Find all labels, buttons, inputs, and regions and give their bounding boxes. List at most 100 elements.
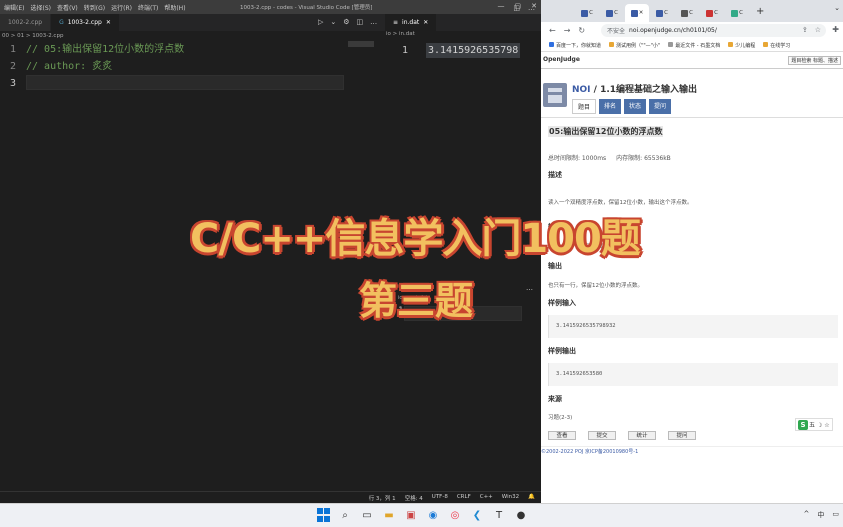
sample-input-heading: 样例输入 xyxy=(548,299,576,307)
tab-problem[interactable]: 题目 xyxy=(572,99,597,114)
tab-ask[interactable]: 提问 xyxy=(649,99,672,114)
run-icon[interactable]: ▷ xyxy=(318,18,323,26)
tab-in-dat[interactable]: ≡ in.dat ✕ xyxy=(385,14,437,31)
split-editor-icon[interactable]: ◫ xyxy=(357,18,364,26)
ime-indicator[interactable]: 中 xyxy=(817,510,824,520)
vscode-icon[interactable]: ❮ xyxy=(470,508,484,522)
browser-tab-active[interactable]: ✕ xyxy=(625,4,649,22)
oj-topbar: OpenJudge 题目检索 标题、描述 xyxy=(541,52,843,69)
tab-label: C xyxy=(739,10,743,16)
app-icon[interactable]: ▣ xyxy=(404,508,418,522)
status-encoding[interactable]: UTF-8 xyxy=(432,494,448,502)
notification-icon[interactable]: ▭ xyxy=(832,510,839,520)
split-editor-icon[interactable]: ◫ xyxy=(513,4,520,12)
forward-icon[interactable]: → xyxy=(564,26,571,35)
sample-output-box[interactable]: 3.141592653580 xyxy=(548,363,838,386)
share-icon[interactable]: ⇪ xyxy=(802,26,808,34)
not-secure-label[interactable]: 不安全 xyxy=(607,26,625,35)
browser-tab[interactable]: C xyxy=(650,4,674,22)
tab-ranking[interactable]: 排名 xyxy=(599,99,622,114)
ime-toolbar-text: 五 ☽ ☆ xyxy=(809,422,830,429)
task-view-icon[interactable]: ▭ xyxy=(360,508,374,522)
window-title: 1003-2.cpp - codes - Visual Studio Code … xyxy=(240,5,373,11)
bookmark-item[interactable]: 最近文件 - 石墨文档 xyxy=(668,41,720,49)
browser-tab[interactable]: C xyxy=(675,4,699,22)
settings-icon[interactable]: ⚙ xyxy=(343,18,349,26)
search-icon[interactable]: ⌕ xyxy=(338,508,352,522)
minimize-icon[interactable]: — xyxy=(498,2,505,10)
view-button[interactable]: 查看 xyxy=(548,431,576,440)
more-icon[interactable]: … xyxy=(370,18,377,26)
menu-view[interactable]: 查看(V) xyxy=(57,3,78,12)
problem-search[interactable]: 题目检索 标题、描述 xyxy=(788,56,841,65)
browser-tab[interactable]: C xyxy=(700,4,724,22)
bookmarks-bar: 百度一下，你就知道 测试用例（""—"小" 最近文件 - 石墨文档 少儿编程 在… xyxy=(541,39,843,52)
edge-icon[interactable]: ◉ xyxy=(426,508,440,522)
bookmark-item[interactable]: 在线学习 xyxy=(763,41,790,49)
ask-button[interactable]: 提问 xyxy=(668,431,696,440)
crumb-noi-link[interactable]: NOI xyxy=(572,85,591,95)
bookmark-item[interactable]: 百度一下，你就知道 xyxy=(549,41,602,49)
tab-close-icon[interactable]: ✕ xyxy=(423,19,428,26)
menu-edit[interactable]: 编辑(E) xyxy=(4,3,24,12)
breadcrumb[interactable]: 00 > 01 > 1003-2.cpp xyxy=(0,31,63,41)
status-cursor-position[interactable]: 行 3，列 1 xyxy=(369,494,396,502)
site-logo[interactable]: OpenJudge xyxy=(543,56,580,63)
tab-close-icon[interactable]: ✕ xyxy=(639,10,644,16)
more-icon[interactable]: … xyxy=(526,284,533,292)
bookmark-item[interactable]: 少儿编程 xyxy=(728,41,755,49)
right-breadcrumb[interactable]: io > in.dat xyxy=(386,31,415,41)
stats-button[interactable]: 统计 xyxy=(628,431,656,440)
url-field[interactable]: 不安全 noi.openjudge.cn/ch0101/05/ ⇪ ☆ xyxy=(601,24,826,37)
source-heading: 来源 xyxy=(548,395,562,403)
tab-favicon-icon xyxy=(656,9,664,17)
code-editor[interactable]: 1 // 05:输出保留12位小数的浮点数 2 // author: 炙炙 3 xyxy=(0,41,376,491)
extensions-icon[interactable]: ✚ xyxy=(832,25,839,34)
file-explorer-icon[interactable]: ▬ xyxy=(382,508,396,522)
tab-favicon-icon xyxy=(706,9,714,17)
status-indent[interactable]: 空格: 4 xyxy=(405,494,423,502)
menu-select[interactable]: 选择(S) xyxy=(30,3,51,12)
tab-label: 1003-2.cpp xyxy=(67,19,102,26)
browser-tab[interactable]: C xyxy=(725,4,749,22)
menu-run[interactable]: 运行(R) xyxy=(111,3,132,12)
tab-status[interactable]: 状态 xyxy=(624,99,647,114)
new-tab-icon[interactable]: + xyxy=(756,6,764,17)
page-footer[interactable]: ©2002-2022 POJ 京ICP备20010980号-1 xyxy=(541,446,843,455)
tab-1002-2[interactable]: 1002-2.cpp xyxy=(0,14,52,31)
time-limit: 总时间限制: 1000ms xyxy=(548,155,607,162)
start-icon[interactable] xyxy=(316,508,330,522)
memory-limit: 内存限制: 65536kB xyxy=(616,155,671,162)
obs-icon[interactable]: ● xyxy=(514,508,528,522)
bookmark-item[interactable]: 测试用例（""—"小" xyxy=(609,41,660,49)
minimap[interactable] xyxy=(348,41,374,47)
menu-goto[interactable]: 转到(G) xyxy=(84,3,105,12)
more-icon[interactable]: … xyxy=(528,4,535,12)
tray-expand-icon[interactable]: ^ xyxy=(804,510,810,520)
group-icon xyxy=(543,83,567,107)
bell-icon[interactable]: 🔔 xyxy=(528,494,535,502)
browser-tab[interactable]: C xyxy=(575,4,599,22)
ime-toolbar[interactable]: S 五 ☽ ☆ xyxy=(795,418,833,431)
chevron-down-icon[interactable]: ⌄ xyxy=(330,18,336,26)
status-platform[interactable]: Win32 xyxy=(502,494,519,502)
star-icon[interactable]: ☆ xyxy=(815,26,821,34)
tab-1003-2[interactable]: G 1003-2.cpp ✕ xyxy=(51,14,120,31)
typora-icon[interactable]: T xyxy=(492,508,506,522)
tab-close-icon[interactable]: ✕ xyxy=(106,19,111,26)
status-language[interactable]: C++ xyxy=(480,494,493,502)
browser-tab[interactable]: C xyxy=(600,4,624,22)
bookmark-label: 百度一下，你就知道 xyxy=(556,42,602,49)
url-text[interactable]: noi.openjudge.cn/ch0101/05/ xyxy=(629,27,717,34)
browser-chevron-icon[interactable]: ⌄ xyxy=(834,4,840,12)
submit-button[interactable]: 提交 xyxy=(588,431,616,440)
menu-terminal[interactable]: 终端(T) xyxy=(138,3,158,12)
back-icon[interactable]: ← xyxy=(549,26,556,35)
sample-input-box[interactable]: 3.1415926535798932 xyxy=(548,315,838,338)
chrome-icon[interactable]: ◎ xyxy=(448,508,462,522)
code-line: 2 // author: 炙炙 xyxy=(0,58,376,75)
menu-help[interactable]: 帮助(H) xyxy=(164,3,185,12)
status-eol[interactable]: CRLF xyxy=(457,494,471,502)
reload-icon[interactable]: ↻ xyxy=(578,26,585,35)
folder-icon xyxy=(609,41,615,47)
